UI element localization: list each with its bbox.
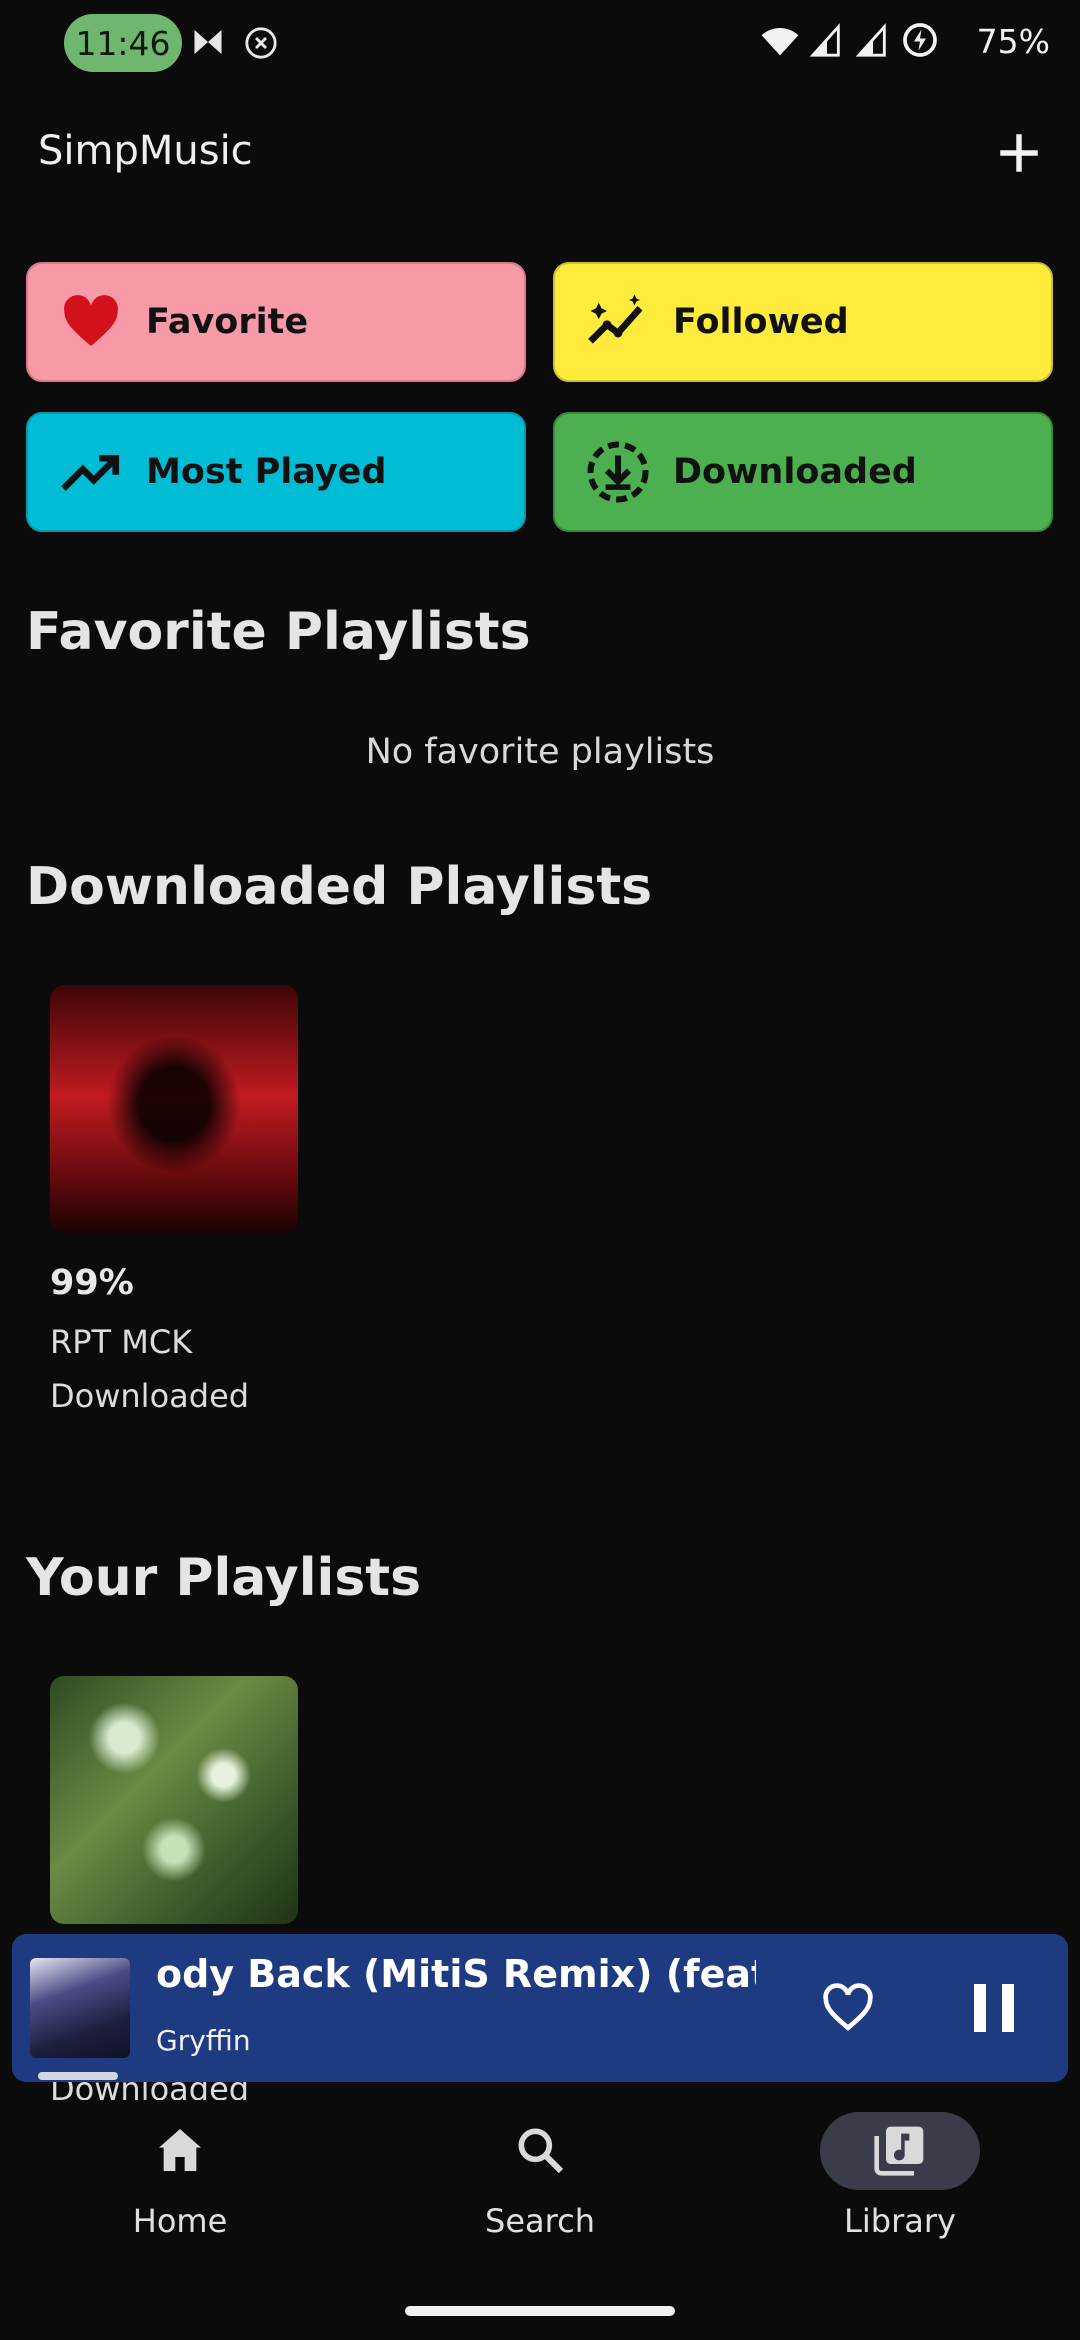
playlist-cover [50, 985, 298, 1233]
heart-outline-icon[interactable] [820, 1980, 876, 2036]
signal-icon-2 [856, 23, 886, 57]
playlist-status: Downloaded [50, 1377, 250, 1415]
home-icon [159, 2129, 201, 2171]
battery-saver-icon [903, 23, 937, 57]
wifi-icon [761, 28, 799, 56]
nav-home[interactable]: Home [60, 2122, 300, 2240]
followed-label: Followed [673, 302, 849, 342]
signal-icon [810, 23, 840, 57]
nav-search-label: Search [485, 2202, 595, 2240]
battery-percent: 75% [976, 22, 1050, 61]
playlist-cover [50, 1676, 298, 1924]
playback-progress [38, 2072, 118, 2080]
followed-card[interactable]: Followed [553, 262, 1053, 382]
trending-up-icon [58, 439, 124, 505]
most-played-label: Most Played [146, 452, 387, 492]
downloaded-playlists-title: Downloaded Playlists [26, 857, 653, 917]
app-title: SimpMusic [38, 128, 253, 174]
status-bar: 11:46 75% [0, 0, 1080, 90]
nav-home-label: Home [132, 2202, 228, 2240]
player-track-title: ody Back (MitiS Remix) (feat. Mai [156, 1952, 756, 1996]
gesture-home-indicator[interactable] [405, 2306, 675, 2316]
playlist-name: RPT MCK [50, 1323, 193, 1361]
player-album-art [30, 1958, 130, 2058]
search-icon [518, 2128, 564, 2174]
nav-library[interactable]: Library [780, 2122, 1020, 2240]
heart-icon [58, 289, 124, 355]
downloaded-label: Downloaded [673, 452, 917, 492]
empty-favorites-text: No favorite playlists [365, 732, 715, 772]
app-notification-icon [194, 30, 222, 54]
x-notification-icon [245, 27, 277, 59]
favorite-label: Favorite [146, 302, 309, 342]
downloaded-card[interactable]: Downloaded [553, 412, 1053, 532]
favorite-card[interactable]: Favorite [26, 262, 526, 382]
library-music-icon [874, 2126, 924, 2176]
nav-search[interactable]: Search [420, 2122, 660, 2240]
your-playlists-title: Your Playlists [26, 1548, 422, 1608]
downloaded-playlist-item[interactable]: 99% RPT MCK Downloaded [50, 985, 310, 1425]
pause-icon[interactable] [962, 1976, 1026, 2040]
plus-icon[interactable] [994, 128, 1044, 178]
insights-icon [585, 289, 651, 355]
most-played-card[interactable]: Most Played [26, 412, 526, 532]
status-time: 11:46 [64, 14, 182, 72]
download-progress: 99% [50, 1263, 134, 1303]
download-circle-icon [585, 439, 651, 505]
nav-library-label: Library [844, 2202, 956, 2240]
favorite-playlists-title: Favorite Playlists [26, 602, 531, 662]
player-artist: Gryffin [156, 2024, 251, 2057]
